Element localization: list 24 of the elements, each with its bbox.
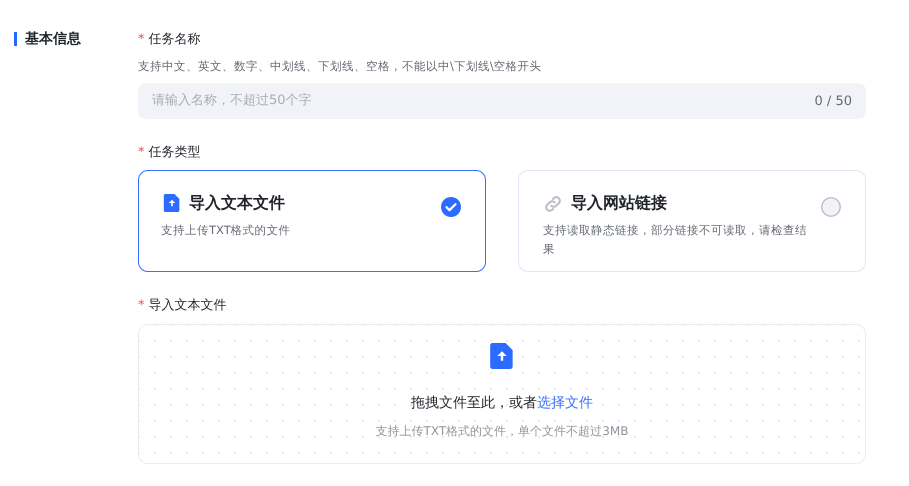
option-description: 支持上传TXT格式的文件 xyxy=(161,222,292,240)
upload-drop-zone[interactable]: 拖拽文件至此，或者选择文件 支持上传TXT格式的文件，单个文件不超过3MB xyxy=(138,324,866,464)
field-label: 导入文本文件 xyxy=(148,297,226,316)
checked-radio-icon[interactable] xyxy=(441,197,461,218)
field-label: 任务类型 xyxy=(148,144,200,162)
option-description: 支持读取静态链接，部分链接不可读取，请检查结果 xyxy=(543,222,808,258)
hint-text: 支持中文、英文、数字、中划线、下划线、空格，不能以中\下划线\空格开头 xyxy=(138,58,543,74)
link-icon xyxy=(543,194,563,214)
field-label: 任务名称 xyxy=(148,31,200,49)
character-counter: 0 / 50 xyxy=(814,92,852,111)
required-asterisk: * xyxy=(138,144,144,160)
option-card[interactable]: 导入文本文件 支持上传TXT格式的文件 xyxy=(138,170,486,272)
upload-hint: 支持上传TXT格式的文件，单个文件不超过3MB xyxy=(376,422,628,440)
required-asterisk: * xyxy=(138,298,144,314)
radio-button[interactable] xyxy=(821,197,841,218)
required-asterisk: * xyxy=(138,32,144,47)
option-title: 导入网站链接 xyxy=(571,192,668,214)
file-upload-icon xyxy=(163,194,181,212)
select-file-link[interactable]: 选择文件 xyxy=(537,394,593,411)
file-upload-icon xyxy=(489,342,515,369)
upload-prompt: 拖拽文件至此，或者选择文件 xyxy=(411,394,593,413)
section-title: 基本信息 xyxy=(14,32,81,46)
option-title: 导入文本文件 xyxy=(189,192,286,214)
option-card[interactable]: 导入网站链接 支持读取静态链接，部分链接不可读取，请检查结果 xyxy=(518,170,866,272)
